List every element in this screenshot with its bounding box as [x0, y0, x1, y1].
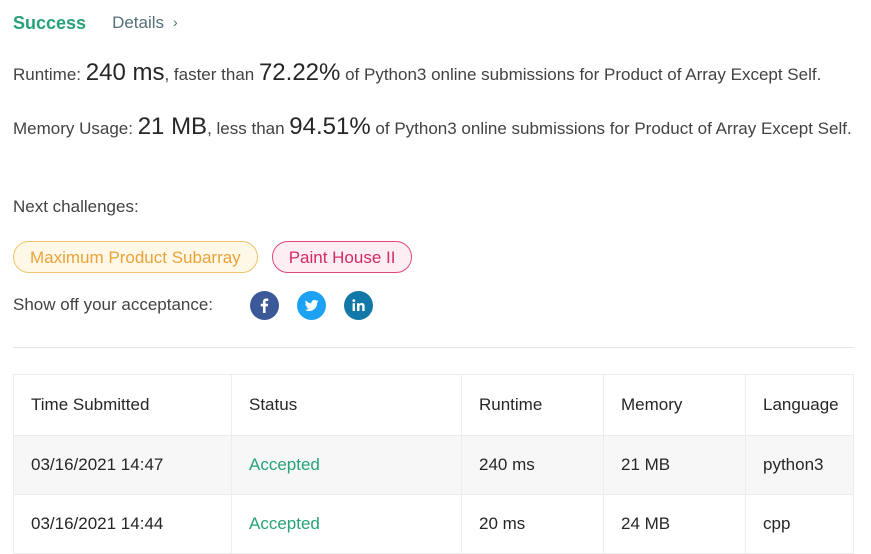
memory-prefix: Memory Usage: [13, 119, 138, 138]
submission-language: python3 [745, 435, 854, 495]
chevron-right-icon: › [173, 14, 178, 30]
submission-memory: 24 MB [603, 494, 746, 554]
table-row: 03/16/2021 14:44 Accepted 20 ms 24 MB cp… [13, 494, 854, 554]
details-link[interactable]: Details › [112, 13, 178, 33]
memory-percent: 94.51% [289, 113, 371, 140]
submission-status-link[interactable]: Accepted [231, 494, 462, 554]
table-row: 03/16/2021 14:47 Accepted 240 ms 21 MB p… [13, 435, 854, 495]
next-challenges-label: Next challenges: [13, 197, 139, 216]
submission-runtime: 20 ms [461, 494, 604, 554]
next-challenges-list: Maximum Product Subarray Paint House II [13, 241, 413, 273]
column-header-language[interactable]: Language [745, 374, 854, 436]
column-header-memory[interactable]: Memory [603, 374, 746, 436]
submissions-table: Time Submitted Status Runtime Memory Lan… [13, 374, 854, 554]
runtime-middle: , faster than [164, 65, 259, 84]
memory-middle: , less than [207, 119, 290, 138]
runtime-suffix: of Python3 online submissions for Produc… [340, 65, 822, 84]
section-divider [13, 347, 854, 348]
share-label: Show off your acceptance: [13, 295, 214, 314]
success-label: Success [13, 12, 87, 33]
memory-stat: Memory Usage: 21 MB, less than 94.51% of… [13, 114, 853, 142]
twitter-icon[interactable] [297, 290, 326, 320]
share-row: Show off your acceptance: [13, 290, 391, 320]
challenge-maximum-product-subarray[interactable]: Maximum Product Subarray [13, 241, 258, 273]
runtime-stat: Runtime: 240 ms, faster than 72.22% of P… [13, 60, 853, 88]
submission-time: 03/16/2021 14:47 [13, 435, 232, 495]
challenge-paint-house-ii[interactable]: Paint House II [271, 241, 413, 273]
submission-language: cpp [745, 494, 854, 554]
runtime-prefix: Runtime: [13, 65, 86, 84]
runtime-percent: 72.22% [258, 59, 341, 86]
table-header-row: Time Submitted Status Runtime Memory Lan… [13, 374, 854, 436]
column-header-runtime[interactable]: Runtime [461, 374, 604, 436]
column-header-status[interactable]: Status [231, 374, 462, 436]
submission-runtime: 240 ms [461, 435, 604, 495]
memory-suffix: of Python3 online submissions for Produc… [370, 119, 852, 138]
submission-status-link[interactable]: Accepted [231, 435, 462, 495]
facebook-icon[interactable] [250, 290, 279, 320]
runtime-value: 240 ms [85, 59, 165, 86]
column-header-time[interactable]: Time Submitted [13, 374, 232, 436]
result-header: Success Details › [13, 9, 178, 37]
submission-time: 03/16/2021 14:44 [13, 494, 232, 554]
submission-memory: 21 MB [603, 435, 746, 495]
details-label: Details [112, 13, 165, 32]
memory-value: 21 MB [137, 113, 208, 140]
linkedin-icon[interactable] [344, 290, 373, 320]
